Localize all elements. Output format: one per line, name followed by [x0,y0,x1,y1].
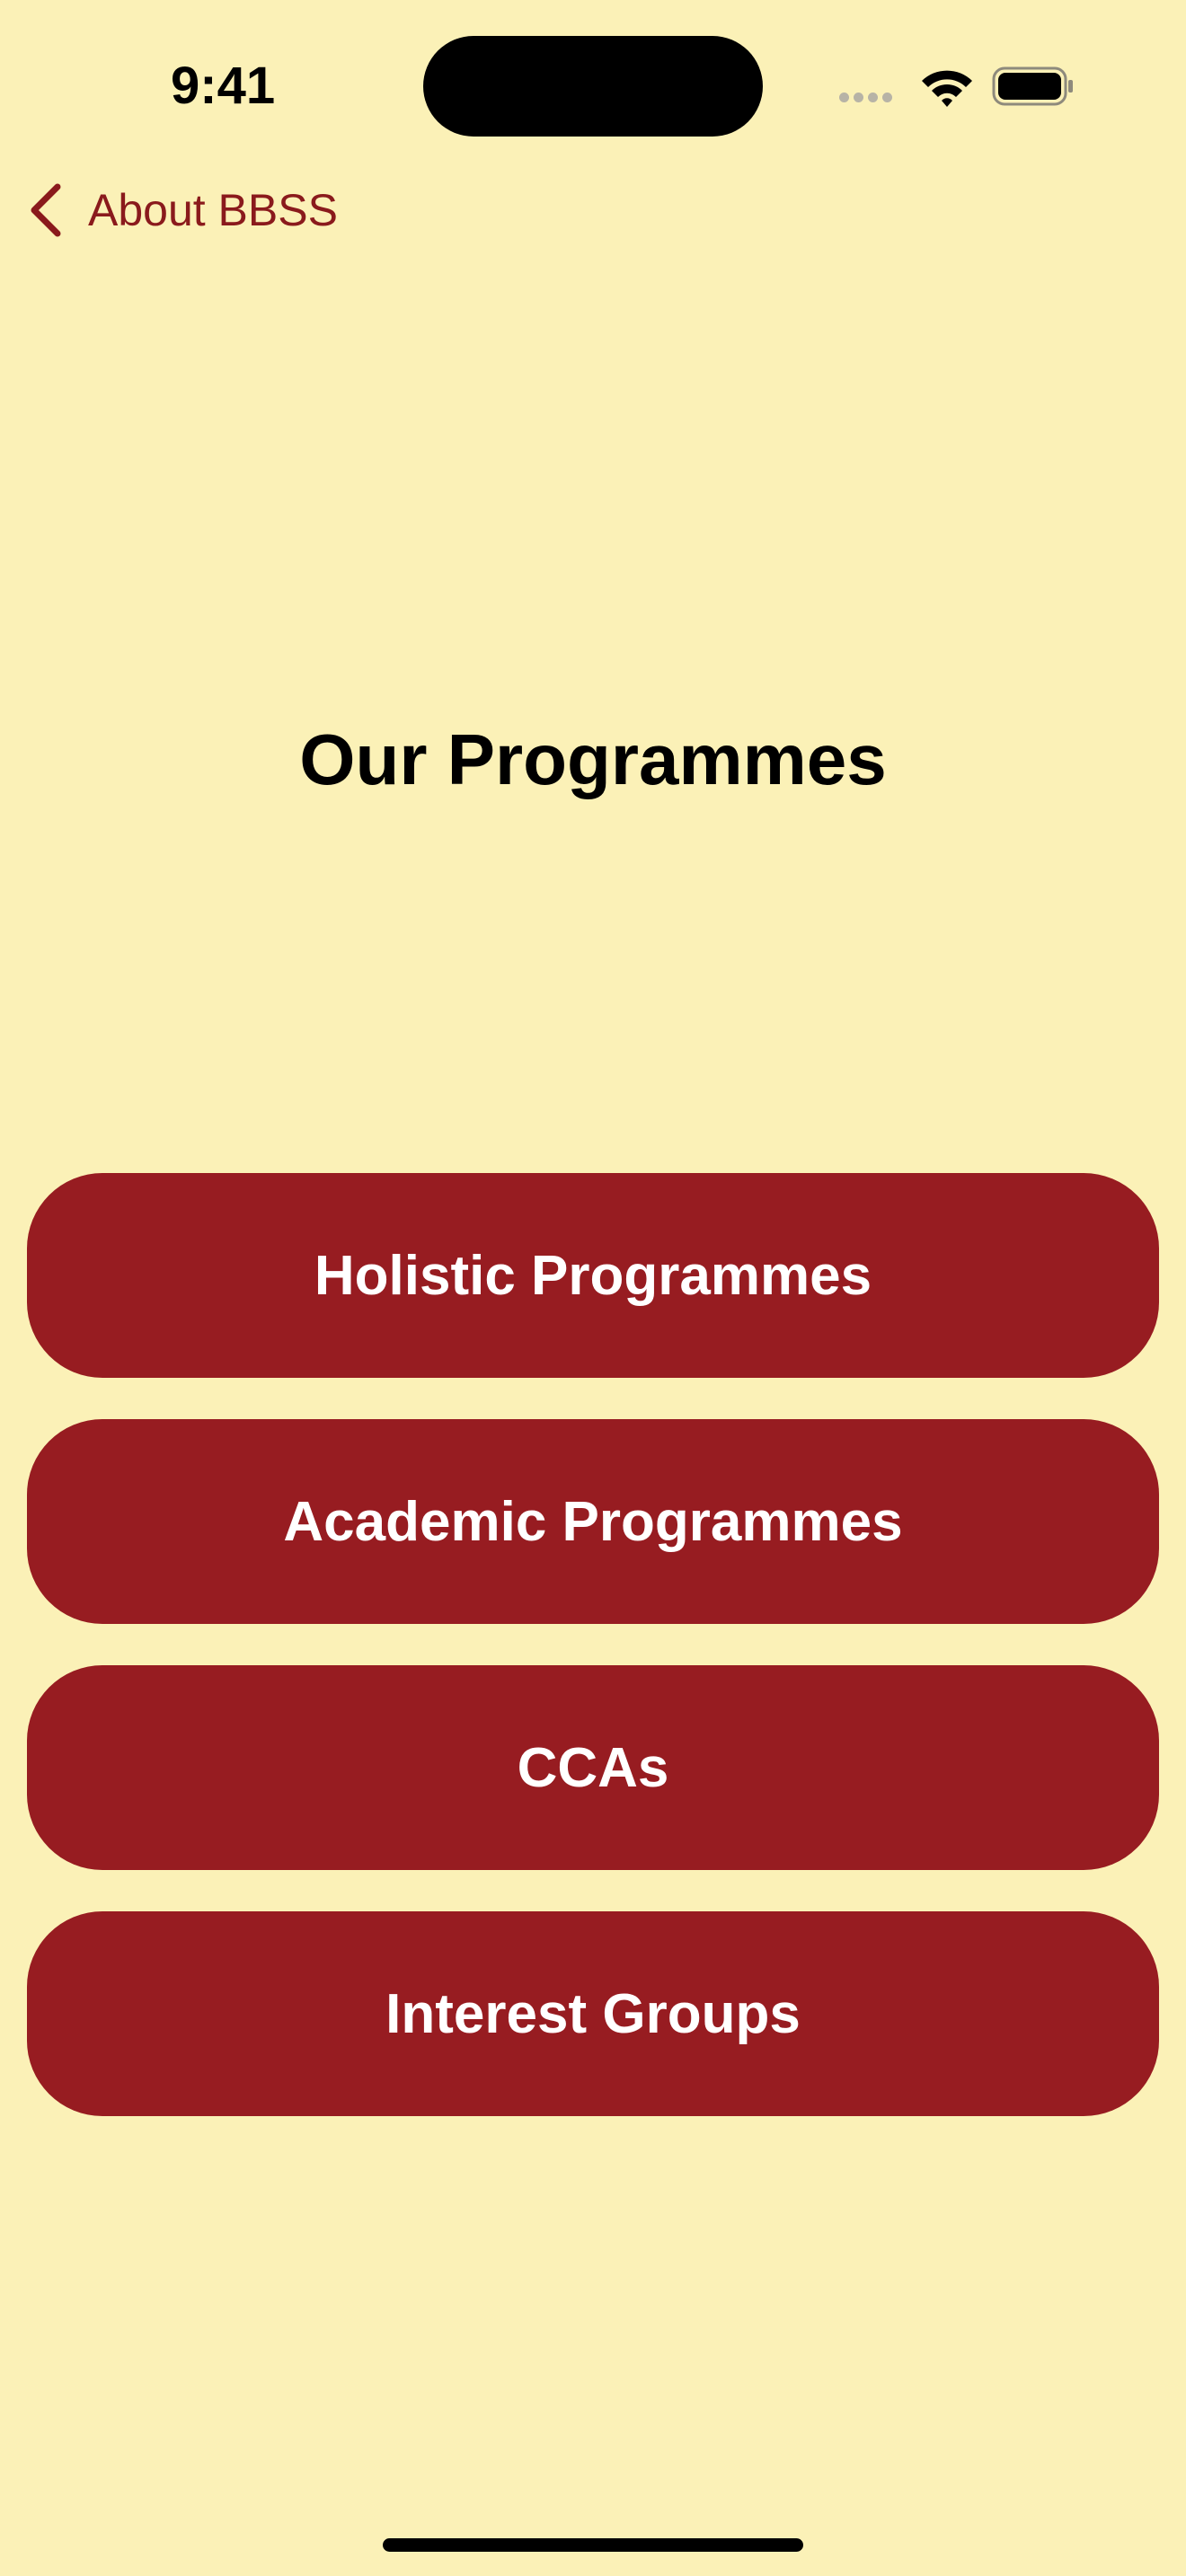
status-bar: 9:41 [0,0,1186,180]
interest-groups-button[interactable]: Interest Groups [27,1911,1159,2116]
holistic-programmes-button[interactable]: Holistic Programmes [27,1173,1159,1378]
programme-menu: Holistic Programmes Academic Programmes … [27,1173,1159,2157]
battery-icon [992,66,1073,106]
ccas-button[interactable]: CCAs [27,1665,1159,1870]
status-time: 9:41 [171,57,276,115]
home-indicator[interactable] [383,2538,803,2552]
chevron-left-icon [31,183,61,237]
back-button-label: About BBSS [88,185,338,235]
wifi-icon [922,70,972,107]
dynamic-island [423,36,763,137]
back-button[interactable]: About BBSS [27,178,338,243]
academic-programmes-button[interactable]: Academic Programmes [27,1419,1159,1624]
page-title: Our Programmes [299,719,887,799]
cellular-signal-icon [839,91,902,103]
